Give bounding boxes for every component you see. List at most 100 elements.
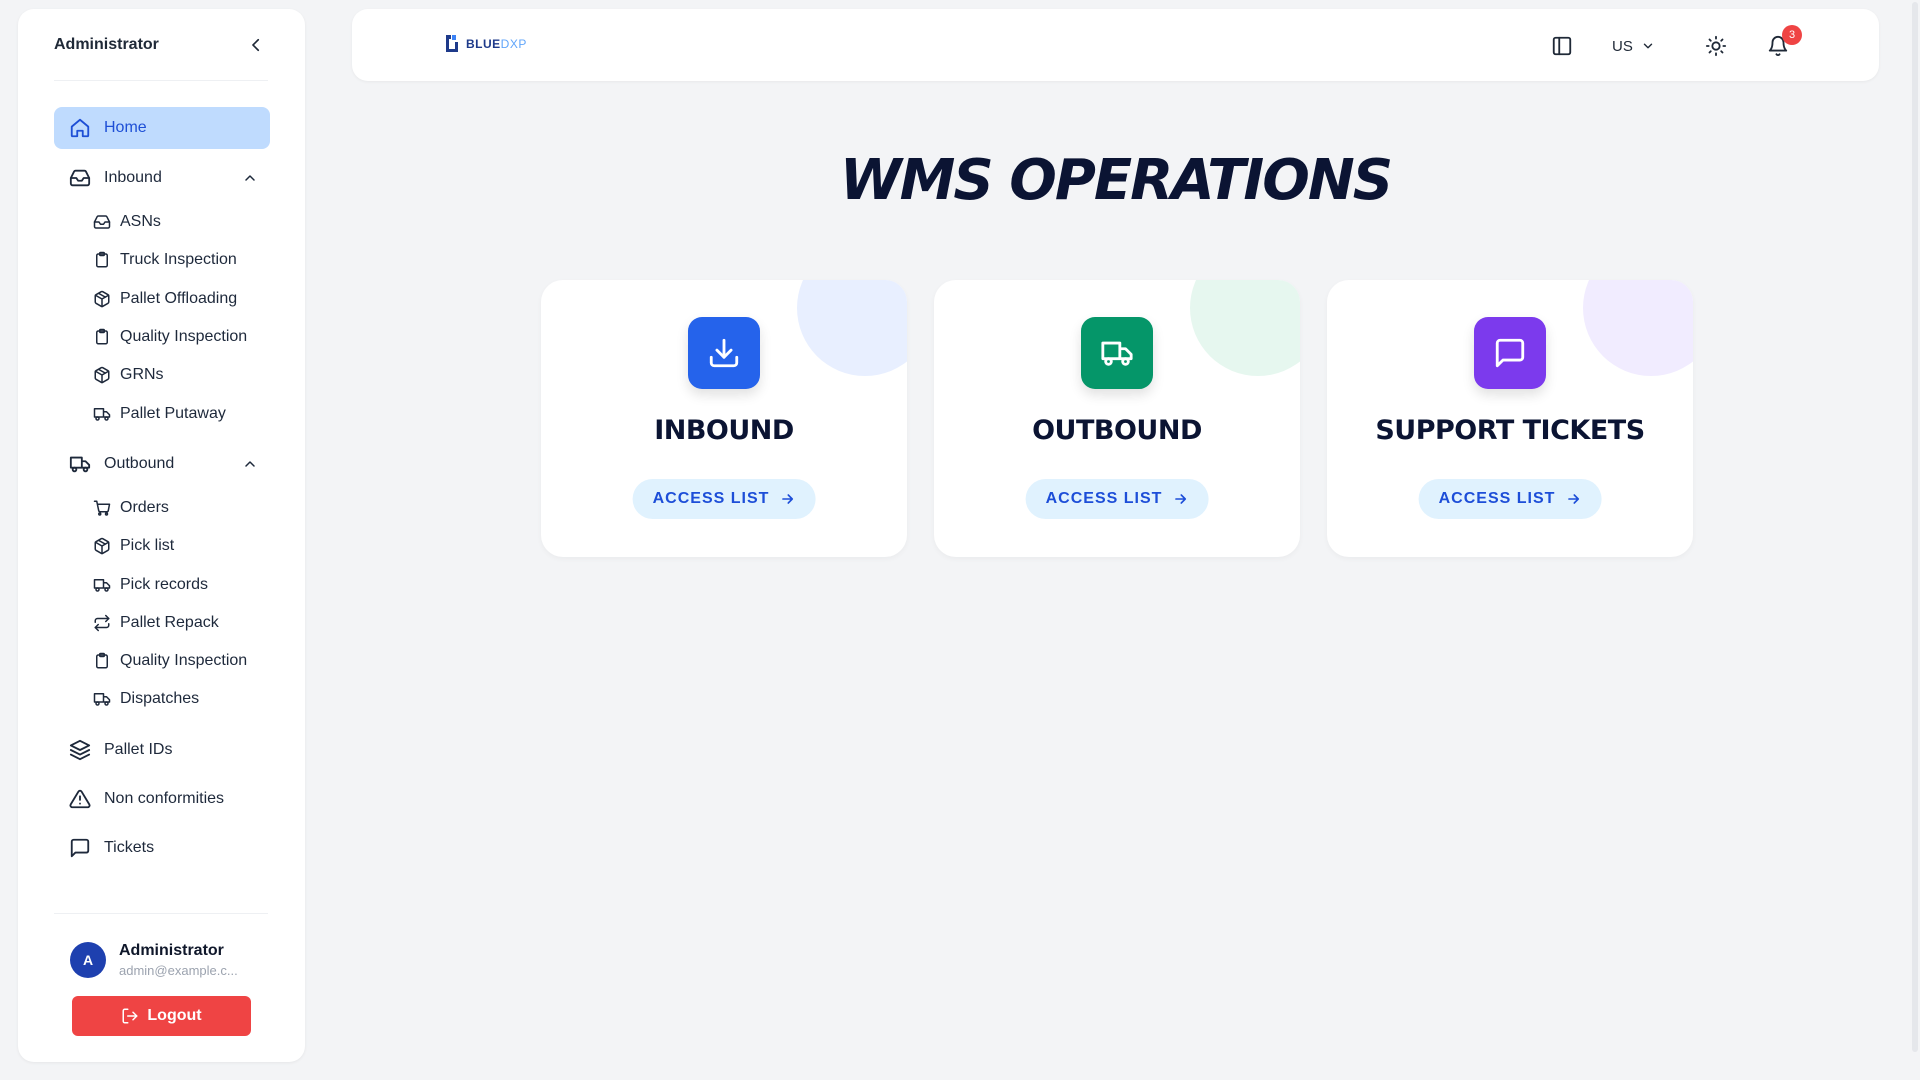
card-support-tickets[interactable]: SUPPORT TICKETS ACCESS LIST xyxy=(1327,280,1693,557)
arrow-right-icon xyxy=(1565,491,1581,507)
sidebar-item-asns[interactable]: ASNs xyxy=(54,203,270,241)
sidebar-item-label: Dispatches xyxy=(120,690,200,708)
notification-badge: 3 xyxy=(1782,25,1802,45)
language-selector[interactable]: US xyxy=(1612,33,1655,59)
sidebar-item-quality-inspection[interactable]: Quality Inspection xyxy=(54,318,270,356)
sidebar-item-label: Home xyxy=(104,119,147,136)
home-icon xyxy=(68,116,92,140)
sidebar-item-dispatches[interactable]: Dispatches xyxy=(54,680,270,718)
arrow-right-icon xyxy=(1172,491,1188,507)
collapse-sidebar-button[interactable] xyxy=(244,33,268,57)
sidebar-item-pallet-repack[interactable]: Pallet Repack xyxy=(54,604,270,642)
sidebar-item-pick-list[interactable]: Pick list xyxy=(54,527,270,565)
sidebar-item-label: Pallet IDs xyxy=(104,740,173,758)
card-outbound[interactable]: OUTBOUND ACCESS LIST xyxy=(934,280,1300,557)
chevron-up-icon[interactable] xyxy=(240,168,260,188)
card-decoration xyxy=(1190,280,1300,376)
logout-button[interactable]: Logout xyxy=(72,996,251,1036)
sidebar-item-label: Tickets xyxy=(104,838,155,856)
card-title: SUPPORT TICKETS xyxy=(1375,415,1645,446)
clipboard-icon xyxy=(92,651,112,671)
sidebar-item-pallet-ids[interactable]: Pallet IDs xyxy=(54,729,270,771)
sidebar-title: Administrator xyxy=(54,35,159,53)
clipboard-icon xyxy=(92,327,112,347)
theme-toggle-button[interactable] xyxy=(1703,33,1729,59)
avatar: A xyxy=(70,942,106,978)
sidebar-item-truck-inspection[interactable]: Truck Inspection xyxy=(54,241,270,279)
sidebar-item-outbound-quality-inspection[interactable]: Quality Inspection xyxy=(54,642,270,680)
scrollbar-thumb[interactable] xyxy=(1912,2,1918,1052)
card-decoration xyxy=(1583,280,1693,376)
chevron-up-icon[interactable] xyxy=(240,454,260,474)
inbox-icon xyxy=(92,212,112,232)
sidebar-item-label: GRNs xyxy=(120,366,164,384)
logo-text-blue: BLUE xyxy=(466,37,501,51)
sidebar-item-label: Pallet Offloading xyxy=(120,289,238,307)
access-list-button[interactable]: ACCESS LIST xyxy=(632,479,816,519)
chevron-left-icon xyxy=(252,38,260,51)
card-title: OUTBOUND xyxy=(1032,415,1202,446)
package-icon xyxy=(92,365,112,385)
sidebar-item-grns[interactable]: GRNs xyxy=(54,356,270,394)
download-icon xyxy=(709,338,739,368)
access-list-button[interactable]: ACCESS LIST xyxy=(1025,479,1209,519)
access-list-label: ACCESS LIST xyxy=(1045,490,1163,507)
sidebar-item-label: Orders xyxy=(120,498,169,516)
sidebar-item-label: Inbound xyxy=(104,169,162,186)
truck-icon xyxy=(68,452,92,476)
card-icon-tile xyxy=(688,317,760,389)
sun-icon xyxy=(1705,35,1727,57)
shopping-cart-icon xyxy=(92,498,112,518)
truck-icon xyxy=(92,404,112,424)
toggle-sidebar-button[interactable] xyxy=(1549,33,1575,59)
sidebar-item-non-conformities[interactable]: Non conformities xyxy=(54,778,270,820)
page-title: WMS OPERATIONS xyxy=(839,148,1393,213)
user-profile: A Administrator admin@example.c... xyxy=(54,942,268,978)
truck-icon xyxy=(92,689,112,709)
sidebar-item-outbound[interactable]: Outbound xyxy=(54,443,270,485)
card-decoration xyxy=(797,280,907,376)
sidebar-item-inbound[interactable]: Inbound xyxy=(54,157,270,199)
scrollbar[interactable] xyxy=(1910,0,1920,1080)
card-inbound[interactable]: INBOUND ACCESS LIST xyxy=(541,280,907,557)
sidebar-item-orders[interactable]: Orders xyxy=(54,489,270,527)
repeat-icon xyxy=(92,613,112,633)
logout-label: Logout xyxy=(147,1007,202,1024)
user-email: admin@example.c... xyxy=(119,963,238,978)
sidebar-item-label: ASNs xyxy=(120,213,161,231)
access-list-button[interactable]: ACCESS LIST xyxy=(1418,479,1602,519)
sidebar-nav: Home Inbound ASNs Truck Inspection Palle… xyxy=(54,107,270,876)
package-icon xyxy=(92,536,112,556)
sidebar-item-pallet-putaway[interactable]: Pallet Putaway xyxy=(54,394,270,432)
message-square-icon xyxy=(1495,338,1525,368)
alert-triangle-icon xyxy=(68,787,92,811)
user-name: Administrator xyxy=(119,942,224,959)
sidebar-item-label: Outbound xyxy=(104,454,175,472)
logout-icon xyxy=(121,1007,139,1025)
sidebar-item-label: Pallet Repack xyxy=(120,613,219,631)
truck-icon xyxy=(1101,341,1133,366)
chevron-down-icon xyxy=(1643,43,1653,49)
sidebar-item-label: Truck Inspection xyxy=(120,251,237,269)
package-icon xyxy=(92,289,112,309)
access-list-label: ACCESS LIST xyxy=(1438,490,1556,507)
top-bar: BLUE DXP US 3 xyxy=(352,9,1879,81)
panel-left-icon xyxy=(1552,36,1572,56)
arrow-right-icon xyxy=(779,491,795,507)
message-square-icon xyxy=(68,836,92,860)
sidebar-item-label: Non conformities xyxy=(104,789,225,807)
logo-text-dxp: DXP xyxy=(500,37,527,51)
card-icon-tile xyxy=(1081,317,1153,389)
sidebar-item-tickets[interactable]: Tickets xyxy=(54,827,270,869)
access-list-label: ACCESS LIST xyxy=(652,490,770,507)
logo[interactable]: BLUE DXP xyxy=(444,33,527,55)
sidebar-item-pick-records[interactable]: Pick records xyxy=(54,565,270,603)
sidebar-header: Administrator xyxy=(54,9,268,81)
clipboard-icon xyxy=(92,250,112,270)
sidebar-item-pallet-offloading[interactable]: Pallet Offloading xyxy=(54,280,270,318)
sidebar: Administrator Home Inbound ASNs Truck In… xyxy=(18,9,305,1062)
inbound-submenu: ASNs Truck Inspection Pallet Offloading … xyxy=(54,203,270,433)
sidebar-item-label: Pallet Putaway xyxy=(120,404,226,422)
card-title: INBOUND xyxy=(654,415,794,446)
sidebar-item-home[interactable]: Home xyxy=(54,107,270,149)
